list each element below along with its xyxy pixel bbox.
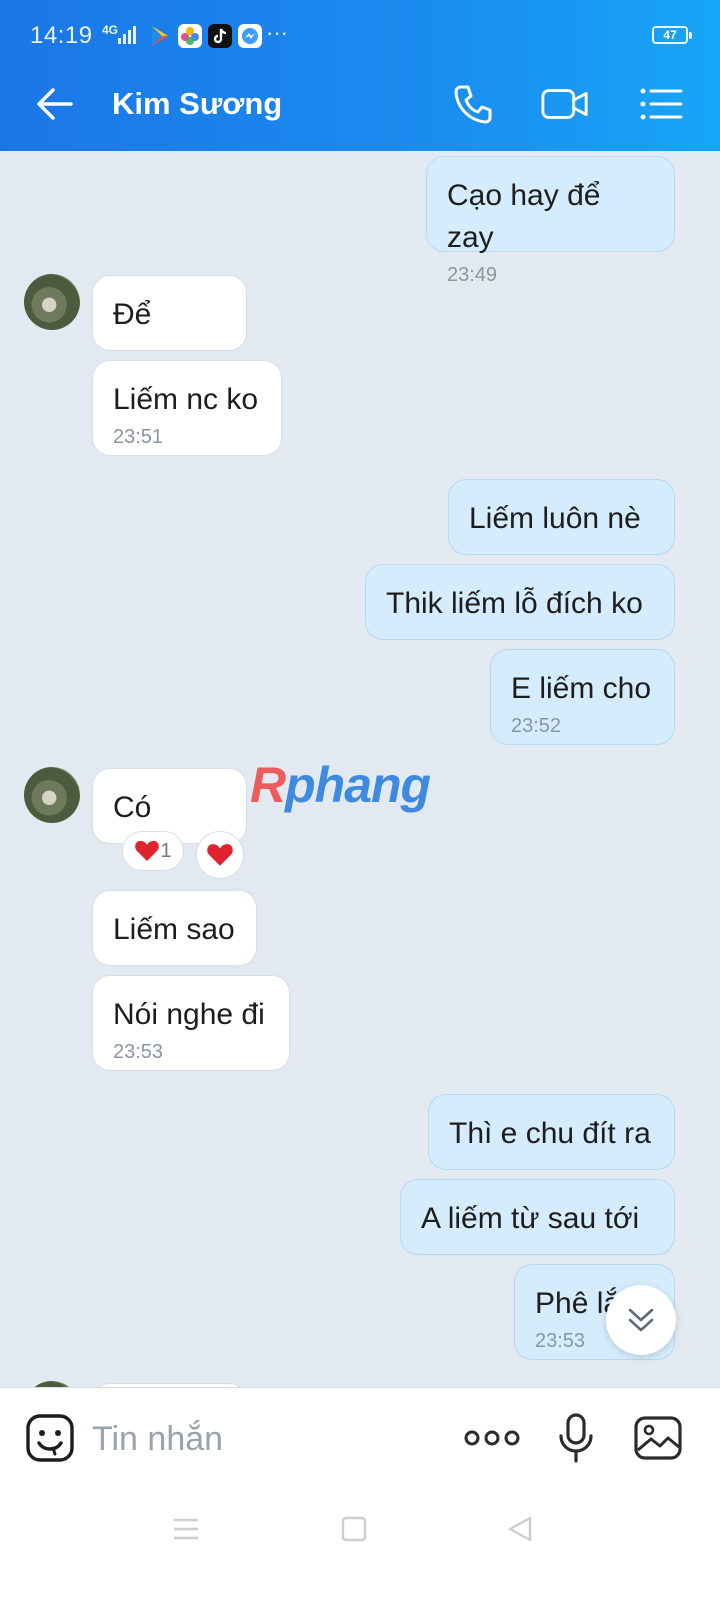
message-bubble-outgoing[interactable]: E liếm cho 23:52 [490,649,675,745]
reaction-count: 1 [160,839,172,862]
photos-app-icon [178,24,202,48]
heart-icon [207,844,233,866]
message-text: A liếm từ sau tới [421,1202,640,1235]
message-text: Liếm sao [113,913,235,946]
message-bubble-outgoing[interactable]: Thik liếm lỗ đích ko [365,564,675,640]
message-input-bar: Tin nhắn [0,1387,720,1488]
watermark-part1: R [250,757,286,813]
message-text: Liếm nc ko [113,383,259,416]
battery-level: 47 [663,28,677,42]
message-bubble-incoming[interactable]: Liếm nc ko 23:51 [92,360,282,456]
message-bubble-outgoing[interactable]: Thì e chu đít ra [428,1094,675,1170]
more-dots-icon[interactable] [464,1410,520,1466]
play-store-icon [148,24,172,48]
network-type: 4G [102,23,119,37]
message-bubble-incoming[interactable]: Liếm sao [92,890,257,966]
heart-icon [135,840,160,861]
message-time: 23:49 [447,264,498,286]
message-bubble-incoming[interactable]: Để [92,275,247,351]
microphone-icon[interactable] [548,1410,604,1466]
image-icon[interactable] [630,1410,686,1466]
sticker-emoji-icon[interactable] [22,1410,78,1466]
react-heart-button[interactable] [196,831,244,879]
message-time: 23:51 [113,426,164,448]
message-time: 23:52 [511,715,562,737]
message-text: Thik liếm lỗ đích ko [386,587,643,620]
watermark-logo: Rphang [250,757,431,813]
message-bubble-outgoing[interactable]: A liếm từ sau tới [400,1179,675,1255]
watermark-part2: phang [285,757,431,813]
message-text: Nói nghe đi [113,998,265,1031]
message-text: Có [113,791,152,824]
contact-avatar[interactable] [24,767,80,823]
message-bubble-outgoing[interactable]: Cạo hay để zay 23:49 [426,156,675,286]
double-chevron-down-icon [628,1308,654,1332]
contact-name[interactable]: Kim Sương [112,86,282,122]
message-text: Để [113,298,152,331]
message-text: E liếm cho [511,672,652,705]
back-arrow-icon[interactable] [30,80,80,128]
battery-icon: 47 [652,26,692,44]
signal-icon [118,26,136,44]
message-text: Cạo hay để zay [447,179,601,254]
back-triangle-icon[interactable] [500,1509,540,1549]
menu-list-icon[interactable] [636,80,686,128]
status-overflow: ··· [266,20,288,45]
recent-apps-icon[interactable] [166,1509,206,1549]
messenger-app-icon [238,24,262,48]
status-bar: 14:19 4G ··· 47 [0,0,720,56]
message-time: 23:53 [113,1041,164,1063]
tiktok-icon [208,24,232,48]
phone-icon[interactable] [448,80,498,128]
message-text: Thì e chu đít ra [449,1117,651,1150]
message-bubble-outgoing[interactable]: Liếm luôn nè [448,479,675,555]
message-text: Liếm luôn nè [469,502,641,535]
video-camera-icon[interactable] [540,80,590,128]
message-bubble-incoming[interactable]: Nói nghe đi 23:53 [92,975,290,1071]
message-input[interactable]: Tin nhắn [92,1420,223,1459]
status-time: 14:19 [30,22,93,49]
chat-header: Kim Sương [0,56,720,151]
contact-avatar[interactable] [24,274,80,330]
system-navigation-bar [0,1487,720,1600]
reaction-summary[interactable]: 1 [122,831,184,871]
scroll-to-bottom-button[interactable] [606,1285,676,1355]
home-icon[interactable] [334,1509,374,1549]
